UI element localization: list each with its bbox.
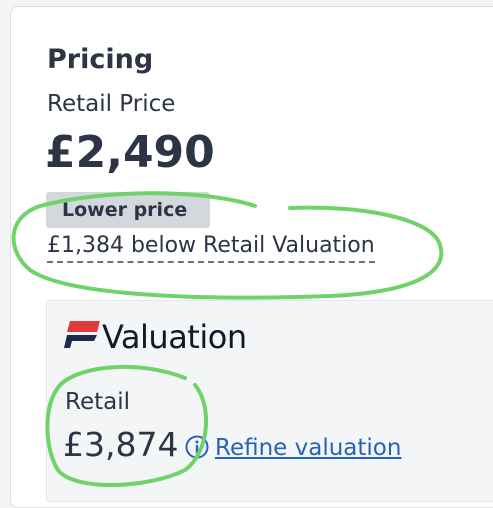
valuation-retail-label: Retail (65, 389, 130, 415)
info-icon[interactable] (185, 435, 209, 459)
refine-valuation-link[interactable]: Refine valuation (215, 432, 401, 464)
valuation-retail-value: £3,874 (63, 425, 179, 464)
valuation-title: Valuation (102, 318, 247, 356)
retail-price-value: £2,490 (45, 127, 215, 178)
valuation-logo-icon (64, 321, 100, 348)
below-valuation-text[interactable]: £1,384 below Retail Valuation (47, 231, 375, 263)
lower-price-badge: Lower price (46, 192, 210, 228)
pricing-heading: Pricing (47, 44, 154, 75)
retail-price-label: Retail Price (47, 91, 176, 117)
